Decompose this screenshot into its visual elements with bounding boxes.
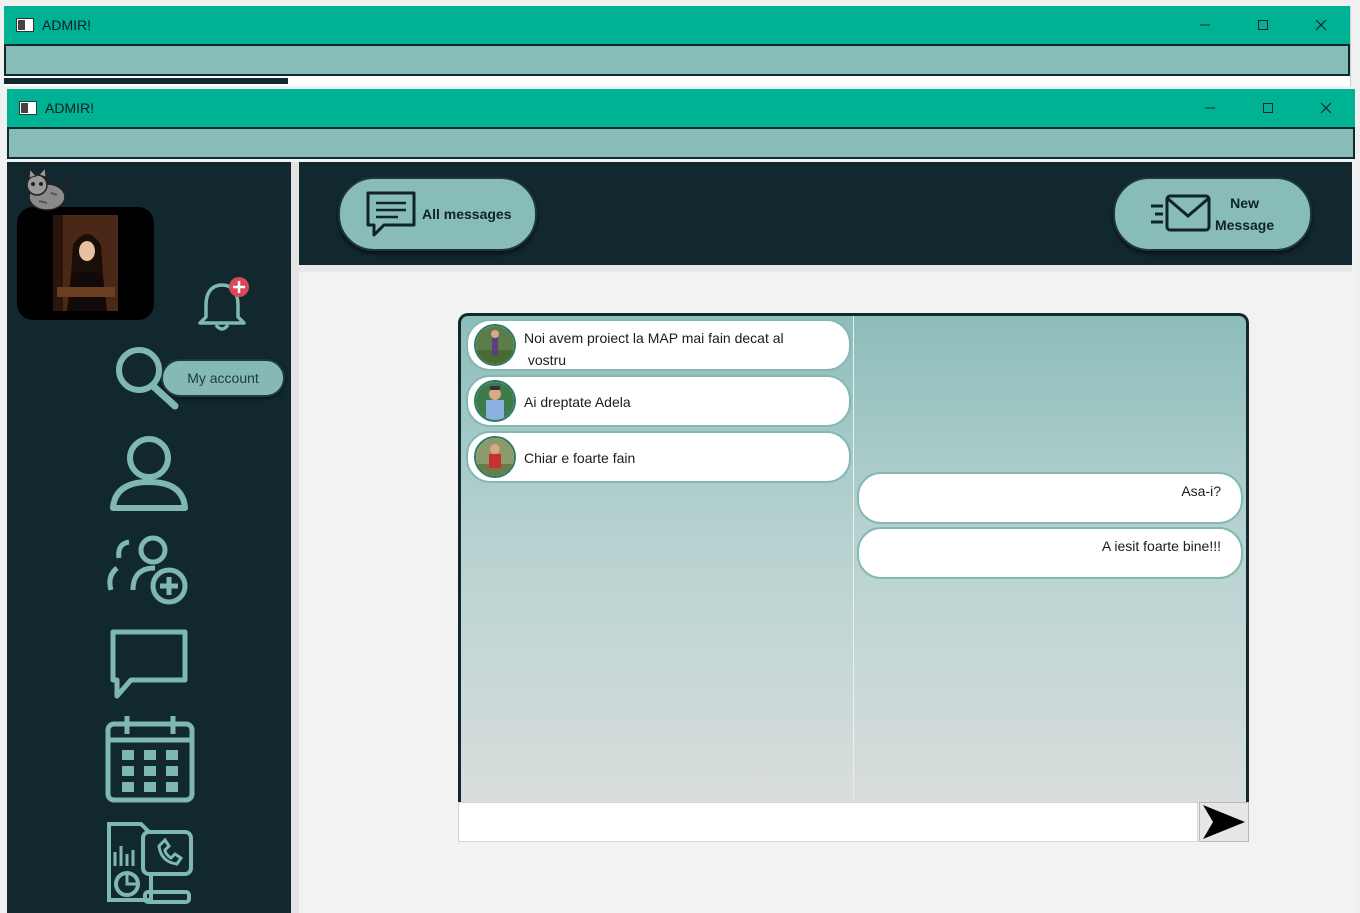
window-title: ADMIR!: [45, 100, 94, 116]
received-message[interactable]: Noi avem proiect la MAP mai fain decat a…: [466, 319, 851, 371]
sender-avatar: [474, 324, 516, 366]
app-window-icon: [19, 101, 37, 115]
profile-photo: [53, 215, 118, 311]
envelope-send-icon: [1151, 194, 1211, 232]
sent-message[interactable]: A iesit foarte bine!!!: [857, 527, 1243, 579]
all-messages-label: All messages: [422, 206, 512, 222]
new-message-label-line2: Message: [1215, 217, 1275, 233]
close-button[interactable]: [1292, 6, 1350, 44]
maximize-button[interactable]: [1234, 6, 1292, 44]
app-window-icon: [16, 18, 34, 32]
message-input[interactable]: [458, 802, 1198, 842]
title-bar[interactable]: ADMIR!: [4, 6, 1350, 44]
minimize-button[interactable]: [1181, 89, 1239, 127]
chat-icon[interactable]: [109, 628, 189, 700]
add-group-icon[interactable]: [105, 534, 193, 606]
send-button[interactable]: [1199, 802, 1249, 842]
message-text-line1: Noi avem proiect la MAP mai fain decat a…: [524, 330, 784, 346]
search-icon[interactable]: [113, 344, 181, 412]
title-bar[interactable]: ADMIR!: [7, 89, 1355, 127]
menu-bar: [4, 44, 1350, 76]
new-message-label-line1: New: [1230, 195, 1259, 211]
chat-column-divider: [853, 316, 854, 803]
new-message-button[interactable]: New Message: [1113, 177, 1312, 251]
window-title: ADMIR!: [42, 17, 91, 33]
chat-panel: Noi avem proiect la MAP mai fain decat a…: [458, 313, 1249, 803]
message-text: Ai dreptate Adela: [524, 394, 631, 410]
sent-message[interactable]: Asa-i?: [857, 472, 1243, 524]
user-icon[interactable]: [109, 434, 189, 512]
sidebar-edge: [4, 78, 288, 84]
toolbar-separator: [299, 265, 1352, 272]
top-toolbar: All messages New Message: [299, 162, 1352, 265]
message-text: Asa-i?: [1181, 483, 1221, 499]
profile-picture-frame[interactable]: [17, 207, 154, 320]
background-window: ADMIR!: [4, 6, 1351, 86]
sidebar: My account: [7, 162, 291, 913]
all-messages-button[interactable]: All messages: [338, 177, 537, 251]
menu-bar: [7, 127, 1355, 159]
message-text-line2: vostru: [524, 352, 567, 368]
notification-bell-icon[interactable]: [192, 277, 252, 337]
sender-avatar: [474, 380, 516, 422]
message-bubble-icon: [366, 191, 416, 237]
sender-avatar: [474, 436, 516, 478]
calendar-icon[interactable]: [105, 714, 195, 804]
main-window: ADMIR! My account All messages New Messa…: [7, 89, 1355, 913]
message-text: A iesit foarte bine!!!: [1101, 538, 1221, 554]
report-icon[interactable]: [105, 818, 195, 906]
sidebar-separator: [291, 162, 299, 913]
send-arrow-icon: [1203, 805, 1245, 839]
received-message[interactable]: Chiar e foarte fain: [466, 431, 851, 483]
received-message[interactable]: Ai dreptate Adela: [466, 375, 851, 427]
cat-mascot-icon: [26, 167, 72, 211]
maximize-button[interactable]: [1239, 89, 1297, 127]
close-button[interactable]: [1297, 89, 1355, 127]
message-text: Chiar e foarte fain: [524, 450, 636, 466]
minimize-button[interactable]: [1176, 6, 1234, 44]
